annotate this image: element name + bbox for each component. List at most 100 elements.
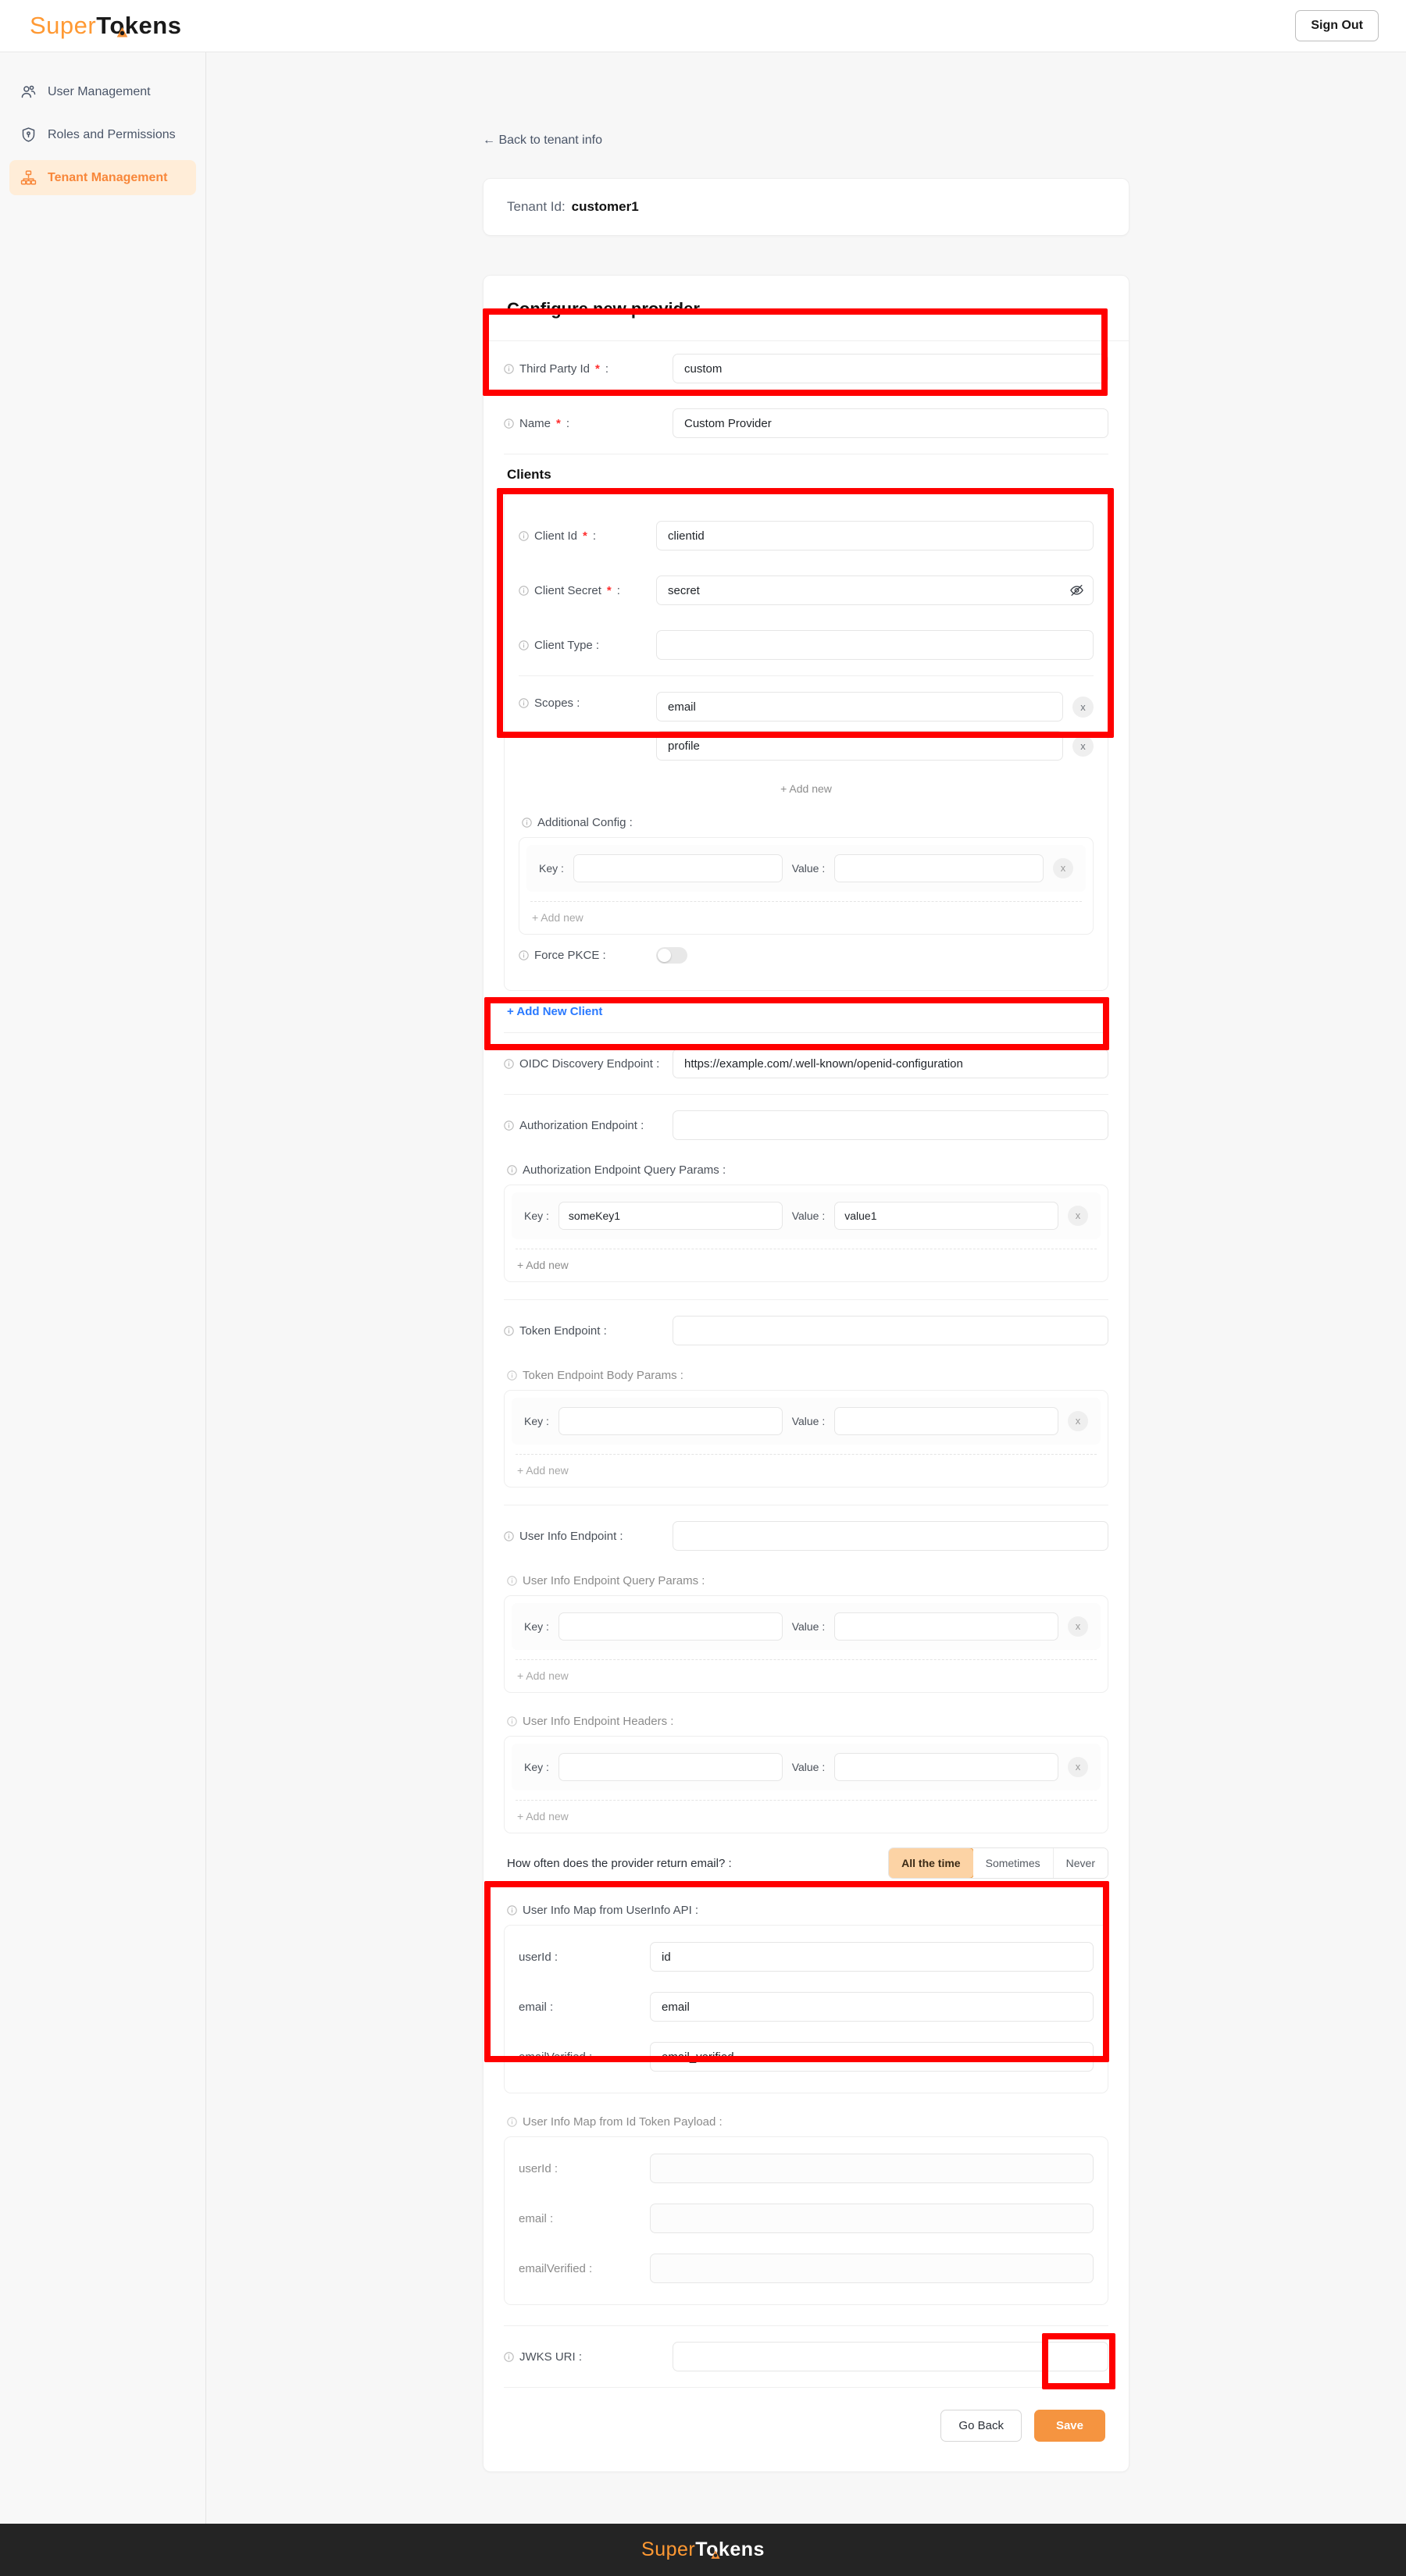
token-endpoint-label: Token Endpoint : bbox=[504, 1324, 673, 1338]
user-info-query-params-label: User Info Endpoint Query Params : bbox=[504, 1563, 1108, 1587]
authorization-query-params-box: Key : Value : x + Add new bbox=[504, 1185, 1108, 1282]
oidc-discovery-input[interactable] bbox=[673, 1049, 1108, 1078]
config-value-input[interactable] bbox=[834, 854, 1044, 882]
force-pkce-text: Force PKCE : bbox=[534, 949, 606, 962]
app-shell: User Management Roles and Permissions Te… bbox=[0, 52, 1406, 2524]
add-new-config-link[interactable]: + Add new bbox=[519, 902, 596, 934]
user-info-query-params-text: User Info Endpoint Query Params : bbox=[523, 1574, 705, 1587]
required-asterisk: * bbox=[606, 583, 612, 597]
email-frequency-option-sometimes[interactable]: Sometimes bbox=[972, 1848, 1054, 1878]
value-label: Value : bbox=[791, 1761, 826, 1773]
param-value-input[interactable] bbox=[834, 1202, 1059, 1230]
authorization-query-params-text: Authorization Endpoint Query Params : bbox=[523, 1163, 726, 1177]
dashed-divider bbox=[516, 1454, 1097, 1455]
dashed-divider bbox=[530, 901, 1082, 902]
remove-config-row-button[interactable]: x bbox=[1053, 858, 1074, 878]
user-info-headers-text: User Info Endpoint Headers : bbox=[523, 1715, 674, 1728]
map-row: email : bbox=[511, 2193, 1094, 2243]
jwks-uri-input[interactable] bbox=[673, 2342, 1108, 2371]
remove-param-row-button[interactable]: x bbox=[1068, 1206, 1089, 1226]
info-icon bbox=[507, 1576, 517, 1586]
user-info-endpoint-input[interactable] bbox=[673, 1521, 1108, 1551]
info-icon bbox=[507, 2117, 517, 2127]
remove-scope-button[interactable]: x bbox=[1072, 696, 1094, 718]
field-user-info-endpoint: User Info Endpoint : bbox=[504, 1509, 1108, 1563]
remove-param-row-button[interactable]: x bbox=[1068, 1411, 1089, 1431]
client-id-input[interactable] bbox=[656, 521, 1094, 550]
email-frequency-segmented-control: All the time Sometimes Never bbox=[888, 1847, 1108, 1879]
sidebar-item-label: User Management bbox=[48, 84, 151, 98]
add-new-token-param-link[interactable]: + Add new bbox=[505, 1455, 581, 1487]
save-button[interactable]: Save bbox=[1033, 2410, 1105, 2442]
key-label: Key : bbox=[524, 1761, 549, 1773]
add-new-scope-link[interactable]: + Add new bbox=[768, 773, 844, 805]
header-value-input[interactable] bbox=[834, 1753, 1059, 1781]
remove-scope-button[interactable]: x bbox=[1072, 735, 1094, 757]
scope-row: x bbox=[656, 692, 1094, 721]
force-pkce-label: Force PKCE : bbox=[519, 949, 656, 962]
user-info-endpoint-label: User Info Endpoint : bbox=[504, 1530, 673, 1543]
value-label: Value : bbox=[791, 862, 826, 875]
param-value-input[interactable] bbox=[834, 1407, 1059, 1435]
sign-out-button[interactable]: Sign Out bbox=[1295, 10, 1379, 41]
sidebar-item-user-management[interactable]: User Management bbox=[9, 74, 196, 109]
scopes-text: Scopes : bbox=[534, 697, 580, 710]
provider-form: Third Party Id * : Name * : bbox=[484, 341, 1129, 2471]
client-id-text: Client Id bbox=[534, 529, 578, 543]
client-type-input[interactable] bbox=[656, 630, 1094, 660]
client-type-text: Client Type : bbox=[534, 638, 600, 652]
email-frequency-option-all-the-time[interactable]: All the time bbox=[889, 1848, 974, 1878]
authorization-endpoint-label: Authorization Endpoint : bbox=[504, 1119, 673, 1132]
eye-off-icon[interactable] bbox=[1069, 583, 1084, 598]
email-frequency-option-never[interactable]: Never bbox=[1053, 1848, 1108, 1878]
name-label: Name * : bbox=[504, 417, 673, 430]
authorization-endpoint-input[interactable] bbox=[673, 1110, 1108, 1140]
third-party-id-input[interactable] bbox=[673, 354, 1108, 383]
back-to-tenant-info-link[interactable]: ← Back to tenant info bbox=[483, 134, 602, 148]
sidebar-item-roles-and-permissions[interactable]: Roles and Permissions bbox=[9, 117, 196, 152]
config-key-input[interactable] bbox=[573, 854, 783, 882]
additional-config-label: Additional Config : bbox=[519, 805, 1094, 829]
field-jwks-uri: JWKS URI : bbox=[504, 2329, 1108, 2384]
force-pkce-toggle[interactable] bbox=[656, 947, 687, 964]
idtoken-email-input[interactable] bbox=[650, 2204, 1094, 2233]
field-third-party-id: Third Party Id * : bbox=[504, 341, 1108, 396]
idtoken-emailverified-input[interactable] bbox=[650, 2254, 1094, 2283]
name-input[interactable] bbox=[673, 408, 1108, 438]
token-endpoint-input[interactable] bbox=[673, 1316, 1108, 1345]
kv-row: Key : Value : x bbox=[512, 1192, 1101, 1239]
token-body-params-box: Key : Value : x + Add new bbox=[504, 1390, 1108, 1488]
param-value-input[interactable] bbox=[834, 1612, 1059, 1641]
supertokens-footer-logo: Super Tokens bbox=[641, 2539, 765, 2561]
field-oidc-discovery-endpoint: OIDC Discovery Endpoint : bbox=[504, 1036, 1108, 1091]
additional-config-box: Key : Value : x + Add new bbox=[519, 837, 1094, 935]
remove-header-row-button[interactable]: x bbox=[1068, 1757, 1089, 1777]
user-info-map-userinfo-api-label: User Info Map from UserInfo API : bbox=[504, 1893, 1108, 1917]
user-info-headers-label: User Info Endpoint Headers : bbox=[504, 1693, 1108, 1728]
go-back-button[interactable]: Go Back bbox=[940, 2410, 1022, 2442]
idtoken-userid-input[interactable] bbox=[650, 2154, 1094, 2183]
userinfo-email-input[interactable] bbox=[650, 1992, 1094, 2022]
jwks-uri-label: JWKS URI : bbox=[504, 2350, 673, 2364]
header-key-input[interactable] bbox=[558, 1753, 783, 1781]
add-new-client-button[interactable]: + Add New Client bbox=[504, 991, 602, 1029]
info-icon bbox=[507, 1716, 517, 1726]
client-secret-input[interactable] bbox=[656, 575, 1094, 605]
add-new-header-link[interactable]: + Add new bbox=[505, 1801, 581, 1833]
oidc-discovery-label: OIDC Discovery Endpoint : bbox=[504, 1057, 673, 1071]
userinfo-userid-input[interactable] bbox=[650, 1942, 1094, 1972]
remove-param-row-button[interactable]: x bbox=[1068, 1616, 1089, 1637]
map-row: emailVerified : bbox=[511, 2032, 1094, 2082]
userinfo-emailverified-input[interactable] bbox=[650, 2042, 1094, 2072]
logo-lock-icon bbox=[116, 27, 128, 37]
add-new-user-info-param-link[interactable]: + Add new bbox=[505, 1660, 581, 1692]
sidebar-item-tenant-management[interactable]: Tenant Management bbox=[9, 160, 196, 195]
user-info-query-params-box: Key : Value : x + Add new bbox=[504, 1595, 1108, 1693]
param-key-input[interactable] bbox=[558, 1612, 783, 1641]
scope-input[interactable] bbox=[656, 692, 1063, 721]
param-key-input[interactable] bbox=[558, 1202, 783, 1230]
param-key-input[interactable] bbox=[558, 1407, 783, 1435]
required-asterisk: * bbox=[595, 362, 600, 376]
add-new-auth-param-link[interactable]: + Add new bbox=[505, 1249, 581, 1281]
scope-input[interactable] bbox=[656, 731, 1063, 761]
